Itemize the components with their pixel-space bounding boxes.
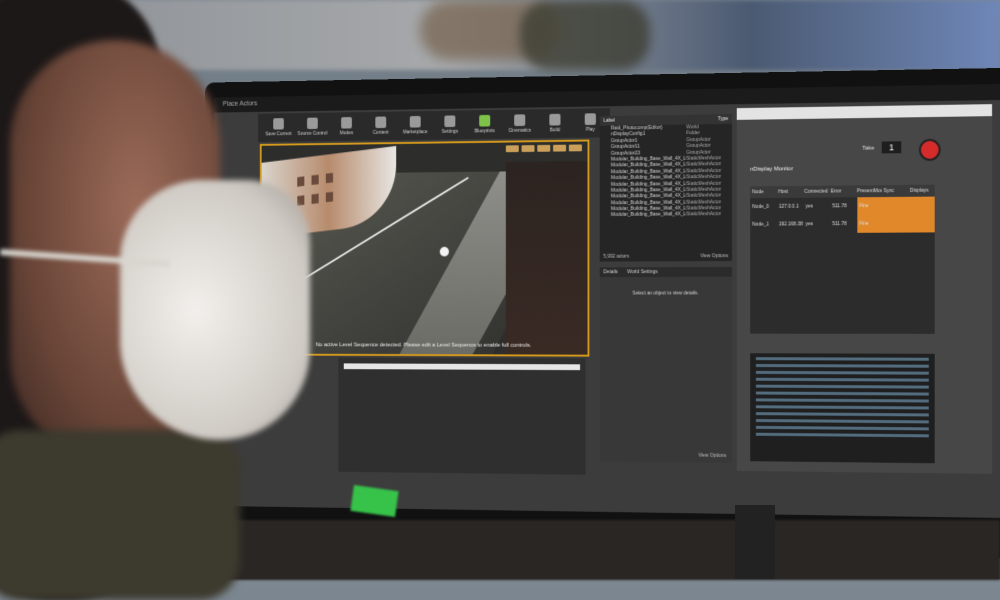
editor-toolbar: Save Current Source Control Modes Conten… bbox=[258, 108, 610, 143]
person-shirt bbox=[0, 430, 240, 600]
content-icon bbox=[375, 116, 387, 129]
monitor-screen: Place Actors Save Current Source Control… bbox=[213, 84, 1000, 518]
content-panel bbox=[338, 357, 586, 475]
content-button[interactable]: Content bbox=[365, 113, 396, 138]
marketplace-button[interactable]: Marketplace bbox=[400, 113, 431, 138]
marketplace-icon bbox=[409, 115, 421, 128]
modes-button[interactable]: Modes bbox=[331, 114, 362, 139]
save-icon bbox=[273, 118, 284, 130]
outliner-rows: Raid_Photocomp(Editor) World nDisplayConfi… bbox=[600, 124, 732, 219]
viewport-roof bbox=[505, 160, 590, 357]
face-mask bbox=[120, 180, 310, 440]
gear-icon bbox=[444, 115, 456, 128]
background-person-2 bbox=[520, 0, 650, 70]
monitor-stand bbox=[735, 505, 775, 579]
outliner-footer: 5,992 actors View Options bbox=[603, 253, 729, 260]
cinematics-button[interactable]: Cinematics bbox=[504, 111, 535, 137]
photo-scene: Place Actors Save Current Source Control… bbox=[0, 0, 1000, 600]
settings-button[interactable]: Settings bbox=[434, 112, 465, 137]
curved-monitor: Place Actors Save Current Source Control… bbox=[205, 68, 1000, 558]
world-outliner: Label Type Raid_Photocomp(Editor) World nD… bbox=[599, 114, 733, 262]
take-label: Take bbox=[862, 145, 875, 152]
source-control-icon bbox=[307, 117, 318, 130]
record-button[interactable] bbox=[918, 138, 941, 161]
viewport-sphere[interactable] bbox=[439, 246, 449, 257]
tab-world-settings[interactable]: World Settings bbox=[627, 267, 658, 277]
details-tabs: Details World Settings bbox=[599, 266, 733, 278]
content-search[interactable] bbox=[343, 363, 581, 371]
modes-icon bbox=[341, 117, 352, 129]
save-button[interactable]: Save Current bbox=[263, 115, 293, 140]
details-panel: Details World Settings Select an object … bbox=[599, 266, 733, 463]
desk bbox=[160, 520, 1000, 580]
menubar-item[interactable]: Place Actors bbox=[223, 101, 257, 108]
blueprint-icon bbox=[479, 114, 491, 127]
table-row[interactable]: Node_1 192.168.38.12 yes 511.78 Fine bbox=[750, 214, 935, 233]
viewport-tool[interactable] bbox=[537, 144, 551, 152]
build-button[interactable]: Build bbox=[539, 111, 571, 137]
viewport-tool[interactable] bbox=[553, 144, 567, 152]
ndisplay-panel: Take 1 nDisplay Monitor Node Host Connecte… bbox=[736, 104, 993, 474]
details-view-options[interactable]: View Options bbox=[698, 453, 726, 459]
source-control-button[interactable]: Source Control bbox=[297, 115, 327, 140]
viewport-tool[interactable] bbox=[568, 144, 582, 152]
viewport-message: No active Level Sequence detected. Pleas… bbox=[315, 342, 532, 349]
viewport-tool[interactable] bbox=[505, 145, 519, 153]
play-icon bbox=[584, 113, 596, 126]
panel-titlebar bbox=[736, 104, 993, 120]
ndisplay-title: nDisplay Monitor bbox=[750, 166, 794, 173]
details-hint: Select an object to view details. bbox=[632, 290, 699, 297]
table-row[interactable]: Node_0 127.0.0.1 yes 511.78 Fine bbox=[750, 196, 935, 216]
blueprints-button[interactable]: Blueprints bbox=[469, 112, 500, 137]
list-item[interactable]: Modular_Building_Base_Wall_4X_LOD0 Static… bbox=[600, 212, 732, 219]
film-icon bbox=[514, 114, 526, 127]
viewport-toolbar bbox=[505, 144, 582, 153]
take-input[interactable]: 1 bbox=[881, 141, 902, 154]
output-log[interactable] bbox=[750, 353, 935, 464]
tab-details[interactable]: Details bbox=[603, 267, 617, 277]
viewport-tool[interactable] bbox=[521, 145, 535, 152]
ndisplay-table: Node Host Connected Error PresentMode Sync Dis… bbox=[750, 184, 935, 334]
build-icon bbox=[549, 113, 561, 126]
